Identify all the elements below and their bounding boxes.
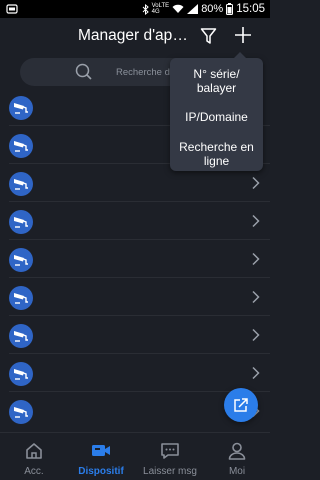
message-icon [161, 443, 179, 459]
menu-item-serial-scan-line2: balayer [196, 81, 237, 95]
device-row[interactable] [0, 278, 270, 316]
clock: 15:05 [236, 3, 265, 15]
device-camera-icon [9, 172, 33, 196]
device-row[interactable] [0, 316, 270, 354]
tab-device[interactable]: Dispositif [72, 433, 130, 480]
battery-icon [226, 3, 234, 15]
tab-me[interactable]: Moi [212, 433, 262, 480]
tab-home[interactable]: Acc. [8, 433, 60, 480]
device-camera-icon [9, 286, 33, 310]
app-header: Manager d'appareils [0, 18, 270, 56]
chevron-right-icon [252, 252, 260, 266]
device-camera-icon [9, 400, 33, 424]
menu-item-ip-domain[interactable]: IP/Domaine [170, 110, 263, 124]
tab-device-label: Dispositif [78, 466, 124, 477]
device-row[interactable] [0, 202, 270, 240]
device-camera-icon [9, 96, 33, 120]
add-device-menu: N° série/ balayer IP/Domaine Recherche e… [170, 52, 263, 171]
signal-icon [187, 4, 199, 14]
battery-percent: 80% [201, 3, 224, 15]
chevron-right-icon [252, 366, 260, 380]
share-icon [234, 398, 248, 412]
chevron-right-icon [252, 176, 260, 190]
device-camera-icon [9, 210, 33, 234]
menu-item-serial-scan[interactable]: N° série/ balayer [170, 67, 263, 95]
chevron-right-icon [252, 214, 260, 228]
person-icon [228, 442, 246, 460]
notification-icon [6, 4, 18, 14]
device-row[interactable] [0, 354, 270, 392]
page-title: Manager d'appareils [78, 27, 196, 44]
device-manager-screen: VoLTE 4G 80% 15:05 Manager d'appareils [0, 0, 270, 480]
device-camera-icon [9, 362, 33, 386]
bottom-nav: Acc. Dispositif Laisser msg Moi [0, 432, 270, 480]
tab-me-label: Moi [228, 466, 246, 477]
chevron-right-icon [252, 290, 260, 304]
menu-item-ip-domain-label: IP/Domaine [185, 110, 248, 124]
menu-item-online-search-line2: ligne [203, 154, 230, 168]
camera-icon [92, 445, 110, 456]
filter-icon[interactable] [200, 27, 217, 45]
device-camera-icon [9, 324, 33, 348]
menu-item-online-search[interactable]: Recherche en ligne [170, 140, 263, 168]
menu-item-online-search-line1: Recherche en [179, 140, 254, 154]
bluetooth-icon [142, 3, 149, 15]
tab-home-label: Acc. [24, 466, 44, 477]
network-line2: 4G [151, 9, 160, 15]
device-camera-icon [9, 248, 33, 272]
menu-item-serial-scan-line1: N° série/ [193, 67, 240, 81]
status-bar: VoLTE 4G 80% 15:05 [0, 0, 270, 18]
home-icon [26, 443, 42, 459]
share-fab-button[interactable] [224, 388, 258, 422]
wifi-icon [172, 4, 184, 13]
tab-messages-label: Laisser msg [143, 466, 197, 477]
device-camera-icon [9, 134, 33, 158]
network-type: VoLTE 4G [152, 3, 170, 15]
add-device-icon[interactable] [234, 26, 252, 44]
device-row[interactable] [0, 240, 270, 278]
search-icon [75, 63, 92, 80]
tab-messages[interactable]: Laisser msg [138, 433, 202, 480]
chevron-right-icon [252, 328, 260, 342]
